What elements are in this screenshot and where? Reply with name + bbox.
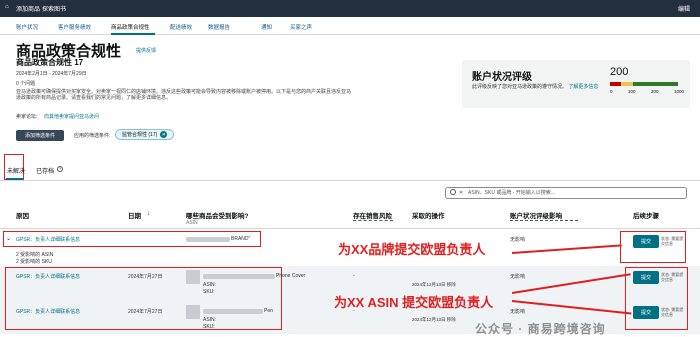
col-sales-risk: 存在销售风险 <box>353 213 392 220</box>
row3-title-redacted <box>203 309 263 314</box>
add-filter-button[interactable]: 添加筛选条件 <box>16 130 64 141</box>
nav-item-policy-compliance[interactable]: 商品政策合规性 <box>111 23 150 31</box>
row2-action: 2024年12月13日 移除 <box>412 282 456 287</box>
forum-label: 卖家论坛: <box>16 114 38 120</box>
risk-underline <box>353 220 393 221</box>
applied-filters-label: 应用的筛选条件: <box>74 133 111 139</box>
row3-sku-label: SKU: <box>203 324 215 330</box>
forum-link[interactable]: 向其他卖家提问亚马逊问 <box>44 113 99 120</box>
search-input[interactable]: ASIN、SKU 或品牌 - 开始输入以搜索... <box>445 187 687 199</box>
asin-annotation: 为XX ASIN 提交欧盟负责人 <box>334 295 494 310</box>
date-range: 2024年2月1日 - 2024年7月29日 <box>16 71 87 77</box>
row2-product: Phone Cover <box>276 273 306 279</box>
health-learn-more-link[interactable]: 了解更多信息 <box>568 84 598 90</box>
home-icon[interactable]: ⌂ <box>5 4 9 10</box>
row2-impact: 无影响 <box>510 274 526 280</box>
row1-impact: 无影响 <box>510 237 526 243</box>
col-next-steps: 后续步骤 <box>633 213 659 220</box>
row3-product-image <box>186 305 200 319</box>
feedback-link[interactable]: 提供反馈 <box>136 47 156 54</box>
nav-item-account-health[interactable]: 账户状况 <box>16 23 38 31</box>
row3-date: 2024年7月27日 <box>128 309 163 315</box>
nav-active-indicator <box>111 33 155 35</box>
chevron-down-icon[interactable]: ⌄ <box>6 235 11 242</box>
row3-reason[interactable]: GPSR：负责人详细联系信息 <box>16 308 80 315</box>
row1-brand-redacted <box>186 237 230 242</box>
nav-item-reports[interactable]: 数据报告 <box>208 23 230 31</box>
policy-description: 亚马逊政策可确保提供对买家安全、对卖家一视同仁的店铺环境。违反这些政策可能会导致… <box>16 89 352 101</box>
row3-product: Pen <box>264 308 273 314</box>
affected-asin: 2 受影响的 ASIN <box>16 252 54 258</box>
col-date[interactable]: 日期 <box>128 210 141 220</box>
top-bar: ⌂ 添加商品 探索图书 编辑 <box>0 0 700 17</box>
row2-reason[interactable]: GPSR：负责人详细联系信息 <box>16 273 80 280</box>
nav-item-customer-service[interactable]: 客户服务绩效 <box>58 23 91 31</box>
row1-product: BRAND" <box>231 236 251 242</box>
col-asin-sub: ASIN <box>186 220 198 226</box>
search-icon <box>450 189 456 195</box>
topbar-explore-books[interactable]: 探索图书 <box>42 4 66 13</box>
topbar-edit[interactable]: 编辑 <box>678 4 690 13</box>
row2-sku-label: SKU: <box>203 289 215 295</box>
col-affected-products: 哪些商品会受到影响? <box>186 213 249 220</box>
brand-annotation: 为XX品牌提交欧盟负责人 <box>338 242 486 257</box>
col-action: 采取的操作 <box>412 213 445 220</box>
flagged-count: 0 个问题 <box>16 81 36 87</box>
page-subtitle: 商品政策合规性 17 <box>16 58 84 67</box>
row2-submit-button[interactable]: 提交 <box>633 271 659 284</box>
row1-submit-button[interactable]: 提交 <box>633 235 659 248</box>
close-icon[interactable]: ✕ <box>160 131 168 138</box>
header-divider <box>0 228 700 229</box>
topbar-add-product[interactable]: 添加商品 <box>16 4 40 13</box>
row1-reason[interactable]: GPSR：负责人详细联系信息 <box>16 236 80 243</box>
nav-item-shipping[interactable]: 配送绩效 <box>170 23 192 31</box>
tab-unresolved[interactable]: 未解决 <box>7 166 25 175</box>
filter-chip-label: 监管合规性 (17) <box>122 132 158 138</box>
health-desc: 此评级反映了您对亚马逊政策的遵守情况。 <box>472 84 568 90</box>
health-title: 账户状况评级 <box>472 72 532 83</box>
row1-status: 状态: 需要提交信息 <box>661 236 684 246</box>
row2-status: 状态: 需要提交信息 <box>661 272 684 282</box>
row3-impact: 无影响 <box>510 309 526 315</box>
row2-risk: - <box>353 273 355 279</box>
row2-product-image <box>186 270 200 284</box>
col-reason: 原因 <box>16 213 29 220</box>
row3-action: 2024年12月13日 移除 <box>412 317 456 322</box>
nav-item-voice-of-customer[interactable]: 买家之声 <box>290 23 312 31</box>
watermark: 公众号 · 商易跨境咨询 <box>475 322 606 336</box>
sort-down-icon[interactable]: ↓ <box>147 211 150 217</box>
row3-status: 状态: 需要提交信息 <box>661 307 684 317</box>
row2-title-redacted <box>203 274 275 279</box>
brand-arrow <box>511 244 622 254</box>
nav-item-notifications[interactable]: 通知 <box>261 23 272 31</box>
tab-archived[interactable]: 已存档 <box>36 166 54 175</box>
health-scale-bar <box>610 82 678 86</box>
impact-underline <box>510 220 578 221</box>
nav-bar: 账户状况 客户服务绩效 商品政策合规性 配送绩效 数据报告 通知 买家之声 <box>0 17 700 35</box>
tabs-divider <box>0 180 700 181</box>
affected-sku: 2 受影响的 SKU <box>16 259 52 265</box>
help-icon[interactable]: ? <box>57 166 63 172</box>
health-scale-labels: 0 100 200 1000 <box>610 89 684 94</box>
health-score: 200 <box>610 66 629 78</box>
tab-active-indicator <box>6 178 23 180</box>
col-health-impact: 账户状况评级影响 <box>510 213 562 220</box>
row3-asin-label: ASIN: <box>203 317 217 323</box>
filter-chip[interactable]: 监管合规性 (17) ✕ <box>115 129 175 140</box>
account-health-panel: 账户状况评级 此评级反映了您对亚马逊政策的遵守情况。 了解更多信息 200 0 … <box>462 60 690 108</box>
row2-asin-label: ASIN: <box>203 282 217 288</box>
row3-submit-button[interactable]: 提交 <box>633 306 659 319</box>
row2-date: 2024年7月27日 <box>128 274 163 280</box>
clear-icon[interactable]: ✕ <box>459 190 463 196</box>
